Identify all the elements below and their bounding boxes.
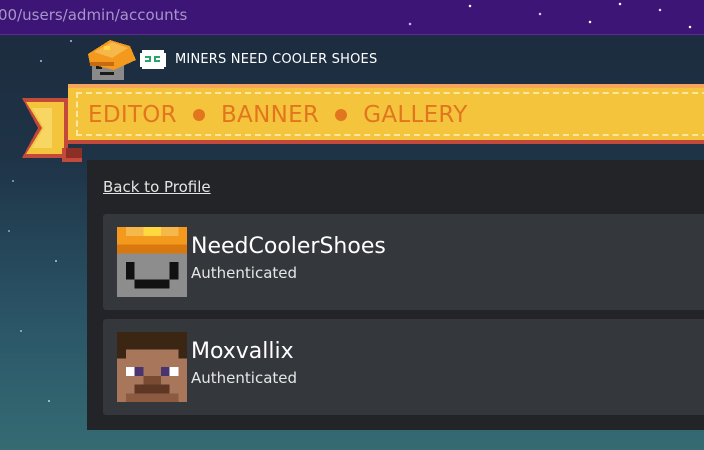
account-name: Moxvallix bbox=[191, 339, 294, 364]
miner-helmet-avatar-icon bbox=[117, 227, 187, 297]
cloud-badge-icon bbox=[140, 50, 166, 69]
account-name: NeedCoolerShoes bbox=[191, 234, 386, 259]
nav-separator-dot bbox=[335, 109, 348, 121]
account-card[interactable]: Moxvallix Authenticated bbox=[103, 319, 704, 415]
ribbon-tail-icon bbox=[22, 98, 82, 162]
main-nav: EDITOR BANNER GALLERY bbox=[88, 101, 468, 129]
url-text[interactable]: 00/users/admin/accounts bbox=[0, 6, 187, 24]
nav-editor-link[interactable]: EDITOR bbox=[88, 102, 177, 128]
account-status: Authenticated bbox=[191, 264, 298, 282]
nav-banner-link[interactable]: BANNER bbox=[221, 102, 319, 128]
miner-logo-icon bbox=[88, 40, 136, 80]
steve-avatar-icon bbox=[117, 332, 187, 402]
brand-title[interactable]: MINERS NEED COOLER SHOES bbox=[175, 52, 377, 67]
address-bar[interactable]: 00/users/admin/accounts bbox=[0, 0, 704, 35]
nav-gallery-link[interactable]: GALLERY bbox=[363, 102, 467, 128]
account-status: Authenticated bbox=[191, 369, 298, 387]
nav-separator-dot bbox=[192, 109, 205, 121]
back-to-profile-link[interactable]: Back to Profile bbox=[103, 178, 211, 196]
account-card[interactable]: NeedCoolerShoes Authenticated bbox=[103, 214, 704, 310]
